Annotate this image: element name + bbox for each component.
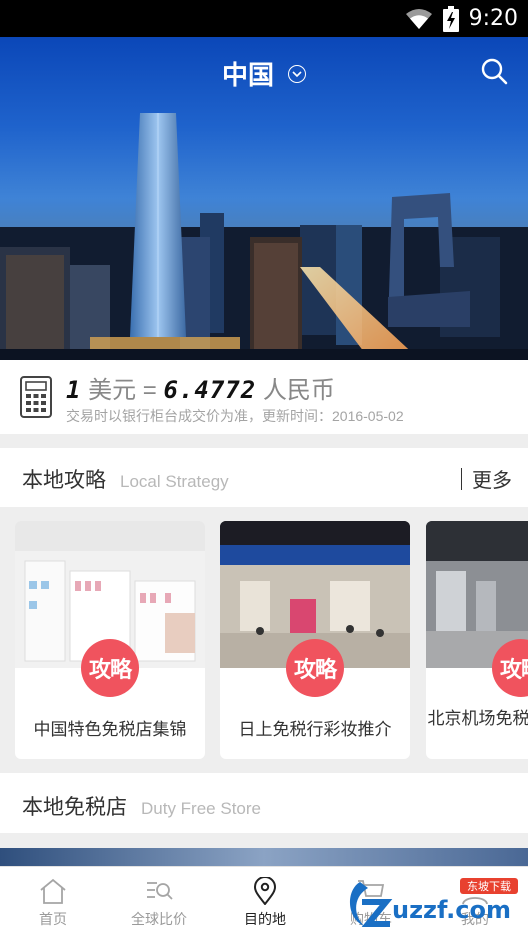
to-amount: 6.4772 <box>163 376 257 404</box>
watermark-text: uzzf.com <box>392 896 511 924</box>
more-button[interactable]: 更多 <box>460 464 512 493</box>
divider <box>460 467 462 490</box>
app-screen: 9:20 中国 1 美元 = 6.4772 人民币 交易时以银行柜台成交价为准，… <box>0 0 528 940</box>
uzzf-watermark-logo: 东坡下载 uzzf.com <box>349 878 518 927</box>
card-title-line2: 籍 <box>480 733 528 752</box>
battery-icon <box>442 5 459 32</box>
wifi-icon <box>405 8 432 29</box>
card-title: 北京机场免税店购物指南 籍 <box>426 707 528 755</box>
tab-destination[interactable]: 目的地 <box>212 867 318 940</box>
store-banner-image[interactable] <box>0 848 528 866</box>
search-icon[interactable] <box>480 57 508 85</box>
local-strategy-header: 本地攻略 Local Strategy 更多 <box>0 448 528 507</box>
section-title: 本地免税店 <box>22 796 127 819</box>
more-label: 更多 <box>472 470 512 492</box>
tab-global-compare[interactable]: 全球比价 <box>106 867 212 940</box>
from-currency: 美元 <box>88 377 137 404</box>
section-title: 本地攻略 <box>22 469 106 492</box>
card-title: 日上免税行彩妆推介 <box>238 720 392 739</box>
from-amount: 1 <box>66 376 82 404</box>
equals-sign: = <box>142 377 157 404</box>
strategy-card[interactable]: 攻略 北京机场免税店购物指南 籍 <box>426 521 528 759</box>
exchange-rate-text: 1 美元 = 6.4772 人民币 <box>66 370 335 405</box>
hero-banner: 中国 <box>0 37 528 360</box>
status-bar: 9:20 <box>0 0 528 37</box>
tab-label: 全球比价 <box>131 911 187 927</box>
strategy-card[interactable]: 攻略 日上免税行彩妆推介 <box>220 521 410 759</box>
strategy-badge: 攻略 <box>81 639 139 697</box>
duty-free-header: 本地免税店 Duty Free Store <box>0 773 528 833</box>
home-icon <box>40 878 66 904</box>
compare-search-icon <box>147 882 173 900</box>
exchange-rate-panel: 1 美元 = 6.4772 人民币 交易时以银行柜台成交价为准，更新时间：201… <box>0 360 528 434</box>
section-subtitle: Duty Free Store <box>141 799 261 818</box>
tab-label: 首页 <box>39 911 67 927</box>
strategy-card[interactable]: 攻略 中国特色免税店集锦 <box>15 521 205 759</box>
chevron-down-icon[interactable] <box>288 64 306 83</box>
calculator-icon <box>20 376 52 418</box>
watermark-badge: 东坡下载 <box>467 880 511 893</box>
location-pin-icon <box>253 877 277 905</box>
strategy-card-list[interactable]: 攻略 中国特色免税店集锦 攻略 日上免税行彩妆推介 攻 北京机场免税 <box>0 507 528 772</box>
location-title[interactable]: 中国 <box>222 55 274 92</box>
tab-home[interactable]: 首页 <box>0 867 106 940</box>
tab-label: 目的地 <box>244 911 286 927</box>
card-title: 中国特色免税店集锦 <box>33 720 187 739</box>
card-title-line1: 北京机场免税店购物指南 <box>427 709 528 728</box>
to-currency: 人民币 <box>262 377 335 404</box>
exchange-note: 交易时以银行柜台成交价为准，更新时间：2016-05-02 <box>66 408 404 424</box>
status-time: 9:20 <box>468 6 518 31</box>
strategy-badge: 攻略 <box>286 639 344 697</box>
section-subtitle: Local Strategy <box>120 472 229 491</box>
